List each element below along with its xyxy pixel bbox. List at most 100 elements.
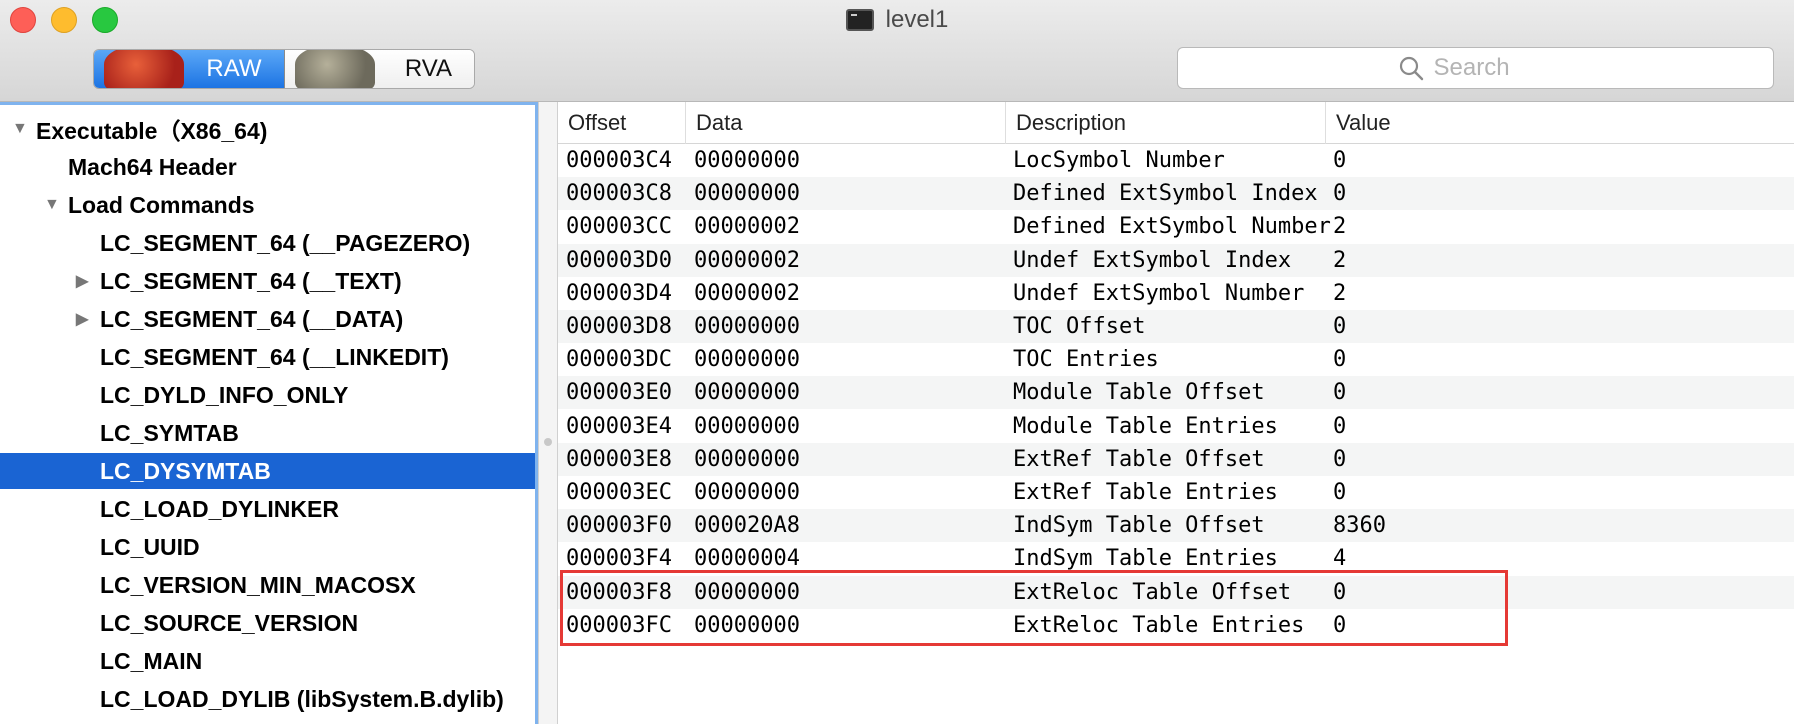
sidebar-item[interactable]: Mach64 Header bbox=[0, 149, 535, 185]
disclosure-expanded-icon[interactable]: ▼ bbox=[12, 120, 28, 138]
cell-offset: 000003F8 bbox=[566, 579, 672, 605]
cell-data: 00000000 bbox=[694, 181, 800, 207]
cell-value: 2 bbox=[1333, 247, 1347, 273]
table-row[interactable]: 000003DC 00000000 TOC Entries 0 bbox=[558, 343, 1794, 376]
cell-value: 2 bbox=[1333, 280, 1347, 306]
cell-data: 00000002 bbox=[694, 280, 800, 306]
cell-description: ExtRef Table Entries bbox=[1013, 480, 1278, 505]
sidebar-item-label: LC_LOAD_DYLIB (libSystem.B.dylib) bbox=[100, 685, 504, 712]
sidebar-item-label: Load Commands bbox=[68, 191, 255, 218]
sidebar-item-label: LC_SYMTAB bbox=[100, 419, 239, 446]
cell-description: ExtReloc Table Entries bbox=[1013, 612, 1305, 638]
table-row[interactable]: 000003C8 00000000 Defined ExtSymbol Index 0 bbox=[558, 177, 1794, 211]
cell-offset: 000003C8 bbox=[566, 181, 672, 207]
window-title: level1 bbox=[885, 6, 949, 33]
table-row[interactable]: 000003D4 00000002 Undef ExtSymbol Number 2 bbox=[558, 277, 1794, 310]
pane-splitter[interactable] bbox=[538, 102, 558, 724]
sidebar-item[interactable]: LC_SYMTAB bbox=[0, 415, 535, 451]
raw-mode-tab[interactable]: RAW bbox=[94, 50, 285, 88]
cell-data: 00000002 bbox=[694, 247, 800, 273]
column-header-description[interactable]: Description bbox=[1006, 102, 1326, 144]
cell-offset: 000003D8 bbox=[566, 314, 672, 339]
sidebar-item[interactable]: ▶ LC_SEGMENT_64 (__TEXT) bbox=[0, 263, 535, 299]
sidebar-item[interactable]: LC_MAIN bbox=[0, 643, 535, 679]
cell-value: 0 bbox=[1333, 347, 1347, 373]
cell-description: ExtReloc Table Offset bbox=[1013, 579, 1292, 605]
table-row[interactable]: 000003FC 00000000 ExtReloc Table Entries 0 bbox=[558, 609, 1794, 642]
cell-description: IndSym Table Offset bbox=[1013, 513, 1265, 539]
sidebar-item[interactable]: LC_DYLD_INFO_ONLY bbox=[0, 377, 535, 413]
terminal-icon bbox=[845, 9, 874, 31]
sidebar-item[interactable]: ▼ Executable（X86_64) bbox=[0, 111, 535, 147]
sidebar-item[interactable]: LC_LOAD_DYLINKER bbox=[0, 491, 535, 527]
table-row[interactable]: 000003E0 00000000 Module Table Offset 0 bbox=[558, 376, 1794, 410]
cell-value: 0 bbox=[1333, 148, 1347, 173]
table-header: Offset Data Description Value bbox=[558, 102, 1794, 144]
table-row[interactable]: 000003C4 00000000 LocSymbol Number 0 bbox=[558, 144, 1794, 177]
cell-value: 0 bbox=[1333, 380, 1347, 406]
sidebar-item-label: LC_SEGMENT_64 (__DATA) bbox=[100, 305, 404, 332]
cell-offset: 000003CC bbox=[566, 214, 672, 240]
splitter-handle[interactable] bbox=[544, 438, 552, 446]
sidebar-item[interactable]: LC_LOAD_DYLIB (libSystem.B.dylib) bbox=[0, 681, 535, 717]
disclosure-collapsed-icon[interactable]: ▶ bbox=[76, 309, 88, 329]
table-row[interactable]: 000003F4 00000004 IndSym Table Entries 4 bbox=[558, 542, 1794, 575]
sidebar-item[interactable]: ▼ Load Commands bbox=[0, 187, 535, 223]
cell-data: 00000000 bbox=[694, 314, 800, 339]
cell-data: 00000000 bbox=[694, 480, 800, 505]
cell-value: 8360 bbox=[1333, 513, 1386, 539]
raw-mode-label: RAW bbox=[206, 55, 262, 82]
column-header-value[interactable]: Value bbox=[1326, 102, 1794, 144]
table-row[interactable]: 000003F8 00000000 ExtReloc Table Offset 0 bbox=[558, 575, 1794, 609]
disclosure-expanded-icon[interactable]: ▼ bbox=[44, 196, 60, 214]
column-header-data[interactable]: Data bbox=[686, 102, 1006, 144]
disclosure-collapsed-icon[interactable]: ▶ bbox=[76, 271, 88, 291]
table-row[interactable]: 000003EC 00000000 ExtRef Table Entries 0 bbox=[558, 476, 1794, 509]
sidebar-item-label: LC_SEGMENT_64 (__LINKEDIT) bbox=[100, 343, 449, 370]
cell-description: LocSymbol Number bbox=[1013, 148, 1225, 173]
cell-data: 00000000 bbox=[694, 148, 800, 173]
table-row[interactable]: 000003D0 00000002 Undef ExtSymbol Index 2 bbox=[558, 243, 1794, 277]
cell-value: 0 bbox=[1333, 446, 1347, 472]
sidebar-item[interactable]: LC_SEGMENT_64 (__PAGEZERO) bbox=[0, 225, 535, 261]
cell-description: Undef ExtSymbol Index bbox=[1013, 247, 1292, 273]
cell-data: 00000000 bbox=[694, 446, 800, 472]
cell-offset: 000003D0 bbox=[566, 247, 672, 273]
search-input[interactable] bbox=[1433, 54, 1554, 82]
cell-offset: 000003E8 bbox=[566, 446, 672, 472]
cell-data: 00000000 bbox=[694, 612, 800, 638]
cell-data: 00000000 bbox=[694, 579, 800, 605]
search-icon bbox=[1399, 56, 1423, 81]
cell-data: 00000002 bbox=[694, 214, 800, 240]
table-row[interactable]: 000003F0 000020A8 IndSym Table Offset 8360 bbox=[558, 509, 1794, 543]
sidebar-item[interactable]: LC_SEGMENT_64 (__LINKEDIT) bbox=[0, 339, 535, 375]
sidebar-item[interactable]: LC_VERSION_MIN_MACOSX bbox=[0, 567, 535, 603]
column-header-offset[interactable]: Offset bbox=[558, 102, 686, 144]
sidebar-item[interactable]: LC_FUNCTION_STARTS bbox=[0, 719, 535, 724]
sidebar-item[interactable]: LC_UUID bbox=[0, 529, 535, 565]
table-row[interactable]: 000003E4 00000000 Module Table Entries 0 bbox=[558, 410, 1794, 443]
cell-value: 0 bbox=[1333, 480, 1347, 505]
cell-data: 00000004 bbox=[694, 546, 800, 572]
sidebar-item-label: LC_SEGMENT_64 (__TEXT) bbox=[100, 267, 402, 294]
cell-offset: 000003EC bbox=[566, 480, 672, 505]
rva-mode-tab[interactable]: RVA bbox=[284, 50, 474, 88]
cell-description: IndSym Table Entries bbox=[1013, 546, 1278, 572]
cell-value: 4 bbox=[1333, 546, 1347, 572]
sidebar-item-label: LC_VERSION_MIN_MACOSX bbox=[100, 571, 416, 598]
cell-description: Undef ExtSymbol Number bbox=[1013, 280, 1305, 306]
cell-offset: 000003FC bbox=[566, 612, 672, 638]
cell-description: ExtRef Table Offset bbox=[1013, 446, 1265, 472]
cell-data: 000020A8 bbox=[694, 513, 800, 539]
table-row[interactable]: 000003D8 00000000 TOC Offset 0 bbox=[558, 310, 1794, 343]
table-row[interactable]: 000003CC 00000002 Defined ExtSymbol Number… bbox=[558, 210, 1794, 243]
cell-value: 2 bbox=[1333, 214, 1347, 240]
sidebar-item-label: Executable（X86_64) bbox=[36, 118, 268, 144]
table-row[interactable]: 000003E8 00000000 ExtRef Table Offset 0 bbox=[558, 442, 1794, 476]
sidebar-item[interactable]: LC_DYSYMTAB bbox=[0, 453, 535, 489]
sidebar-item[interactable]: LC_SOURCE_VERSION bbox=[0, 605, 535, 641]
sidebar-item-label: LC_DYSYMTAB bbox=[100, 457, 271, 484]
sidebar-item[interactable]: ▶ LC_SEGMENT_64 (__DATA) bbox=[0, 301, 535, 337]
search-field[interactable] bbox=[1177, 47, 1774, 89]
sidebar-item-label: LC_UUID bbox=[100, 533, 200, 560]
